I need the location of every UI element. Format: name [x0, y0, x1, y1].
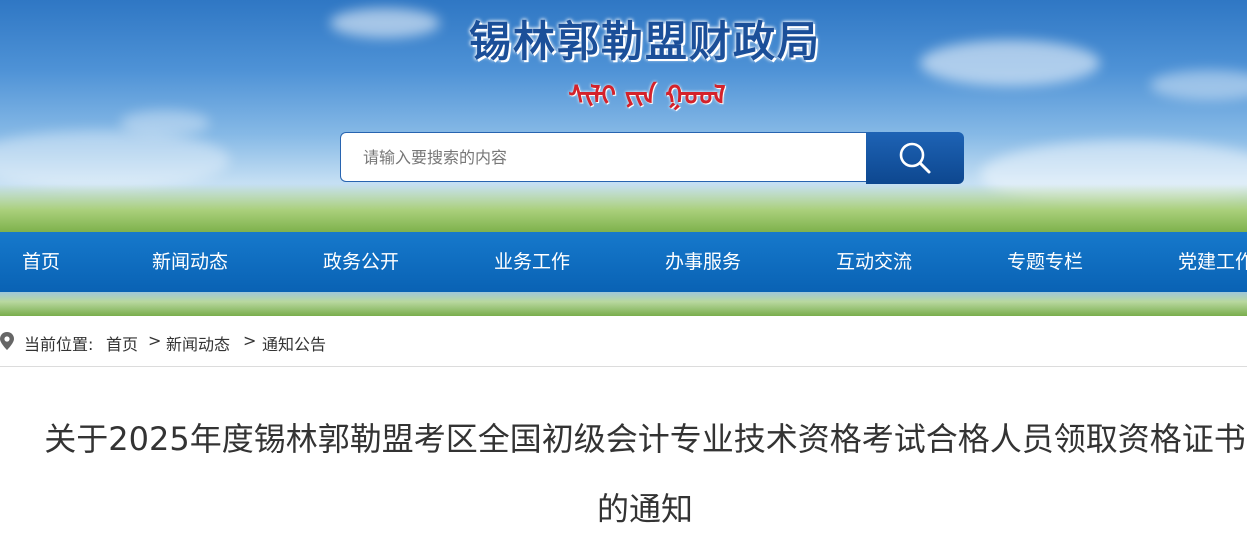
- site-title: 锡林郭勒盟财政局: [468, 17, 821, 66]
- nav-item-topics[interactable]: 专题专栏: [1007, 232, 1083, 292]
- breadcrumb-separator: >: [243, 331, 257, 350]
- nav-item-services[interactable]: 办事服务: [665, 232, 741, 292]
- cloud-decoration: [0, 130, 230, 190]
- breadcrumb-link-home[interactable]: 首页: [106, 331, 138, 355]
- search-input[interactable]: [340, 132, 866, 182]
- breadcrumb-link-notices[interactable]: 通知公告: [262, 331, 326, 355]
- breadcrumb-prefix: 当前位置:: [24, 335, 94, 354]
- nav-item-news[interactable]: 新闻动态: [152, 232, 228, 292]
- main-nav: 首页 新闻动态 政务公开 业务工作 办事服务 互动交流 专题专栏 党建工作: [0, 232, 1247, 292]
- search-bar: [340, 132, 964, 184]
- nav-item-interaction[interactable]: 互动交流: [836, 232, 912, 292]
- article-title-line: 的通知: [596, 490, 693, 528]
- search-button[interactable]: [866, 132, 964, 184]
- nav-item-party[interactable]: 党建工作: [1178, 232, 1247, 292]
- cloud-decoration: [120, 110, 210, 136]
- cloud-decoration: [1150, 70, 1247, 100]
- nav-item-business[interactable]: 业务工作: [494, 232, 570, 292]
- article-title: 关于2025年度锡林郭勒盟考区全国初级会计专业技术资格考试合格人员领取资格证书 …: [40, 404, 1247, 544]
- breadcrumb-link-news[interactable]: 新闻动态: [166, 331, 230, 355]
- article-title-line: 关于2025年度锡林郭勒盟考区全国初级会计专业技术资格考试合格人员领取资格证书: [44, 420, 1246, 458]
- breadcrumb: 当前位置: 首页 > 新闻动态 > 通知公告: [0, 316, 1247, 367]
- magnifier-icon: [899, 142, 931, 174]
- breadcrumb-separator: >: [148, 331, 162, 350]
- grassland-decoration: [0, 184, 1247, 232]
- cloud-decoration: [330, 8, 440, 38]
- nav-item-gov-affairs[interactable]: 政务公开: [323, 232, 399, 292]
- grass-strip-decoration: [0, 292, 1247, 316]
- header-banner: 锡林郭勒盟财政局 ᠰᠢᠯᠢ ᠶᠢᠨ ᠭᠣᠣᠯ: [0, 0, 1247, 232]
- site-title-mongolian: ᠰᠢᠯᠢ ᠶᠢᠨ ᠭᠣᠣᠯ: [568, 81, 726, 111]
- location-pin-icon: [0, 332, 14, 350]
- nav-item-home[interactable]: 首页: [22, 232, 60, 292]
- cloud-decoration: [920, 40, 1100, 86]
